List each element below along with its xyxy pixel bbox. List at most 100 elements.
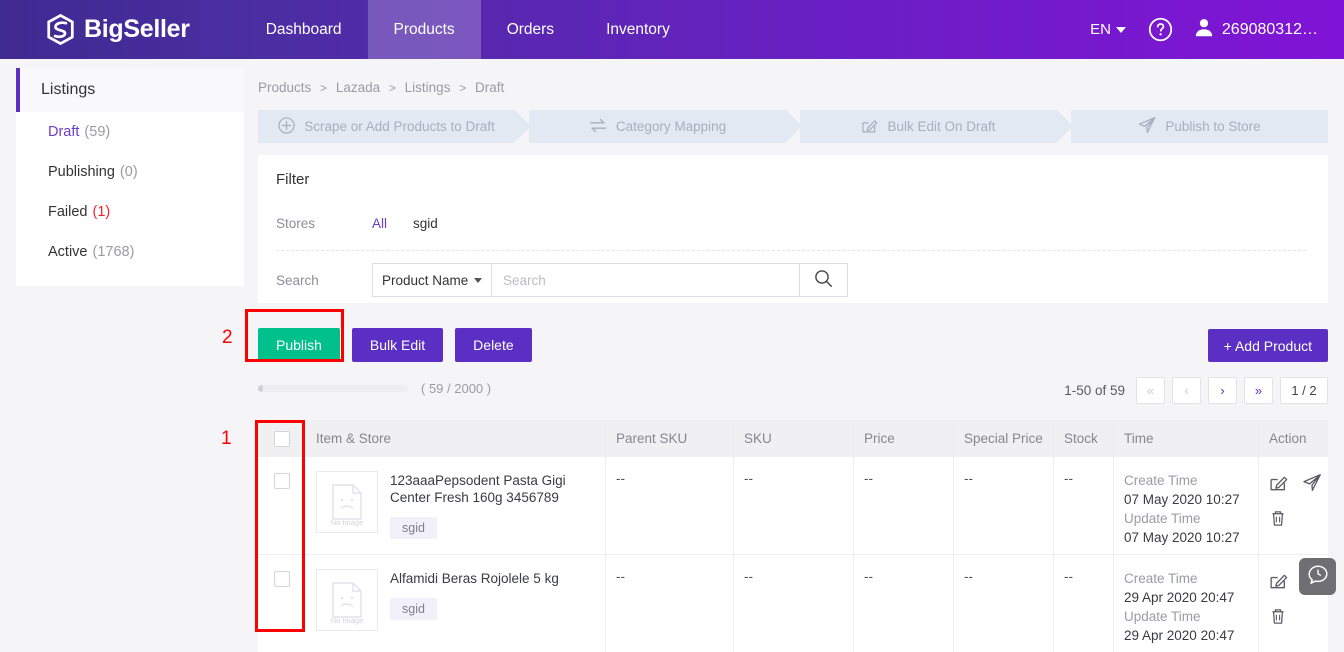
nav-item-inventory[interactable]: Inventory [580,0,696,59]
column-header-price: Price [854,420,954,457]
sidebar-item-active-label: Active [48,244,88,260]
swap-arrows-icon [589,118,607,136]
table-body: No Image 123aaaPepsodent Pasta Gigi Cent… [258,457,1328,652]
chevron-down-icon [1115,26,1126,33]
app-root: BigSeller Dashboard Products Orders Inve… [0,0,1344,652]
chat-support-button[interactable] [1299,558,1336,595]
pagination-first-button[interactable]: « [1136,377,1165,404]
sku-cell: -- [734,457,854,554]
step-scrape-or-add-products[interactable]: Scrape or Add Products to Draft [258,110,531,143]
sku-cell: -- [734,555,854,652]
sidebar-item-active[interactable]: Active (1768) [16,232,244,272]
paper-plane-icon[interactable] [1302,473,1322,495]
bulk-action-toolbar: Publish Bulk Edit Delete [258,328,532,362]
sidebar-item-publishing-count: (0) [119,164,138,180]
step-bulk-edit-on-draft[interactable]: Bulk Edit On Draft [800,110,1073,143]
search-button[interactable] [800,263,848,297]
progress-track [258,385,408,392]
product-name[interactable]: Alfamidi Beras Rojolele 5 kg [390,570,559,587]
nav-item-orders[interactable]: Orders [481,0,580,59]
product-name[interactable]: 123aaaPepsodent Pasta Gigi Center Fresh … [390,472,595,506]
breadcrumb: Products > Lazada > Listings > Draft [258,80,504,95]
plus-circle-icon [278,116,295,137]
edit-square-icon[interactable] [1269,571,1288,593]
sidebar-item-failed-count: (1) [92,204,111,220]
trash-icon[interactable] [1269,509,1287,531]
question-circle-icon[interactable] [1148,17,1173,42]
select-all-checkbox[interactable] [274,430,290,447]
step-label: Publish to Store [1165,119,1261,134]
pagination-last-button[interactable]: » [1244,377,1273,404]
pagination-prev-button[interactable]: ‹ [1172,377,1201,404]
progress-fill [258,385,263,392]
search-label: Search [276,272,319,288]
pagination-range: 1-50 of 59 [1064,383,1125,398]
search-field-value: Product Name [382,272,469,288]
stores-filter-row: Stores All sgid [276,206,1306,240]
paper-plane-icon [1138,116,1156,137]
no-image-label: No Image [330,616,364,625]
user-menu[interactable]: 269080312… [1195,18,1318,42]
nav-item-products[interactable]: Products [367,0,481,59]
row-select-cell [258,457,306,554]
delete-button[interactable]: Delete [455,328,532,362]
breadcrumb-separator: > [459,81,467,95]
create-time-value: 07 May 2020 10:27 [1124,492,1240,507]
pagination-next-button[interactable]: › [1208,377,1237,404]
step-label: Category Mapping [615,119,727,134]
brand-name: BigSeller [84,15,190,43]
step-label: Scrape or Add Products to Draft [304,119,495,134]
column-header-parent-sku: Parent SKU [606,420,734,457]
add-product-button[interactable]: + Add Product [1207,329,1328,362]
stock-cell: -- [1054,555,1114,652]
breadcrumb-item-3: Draft [475,80,505,95]
store-option-all[interactable]: All [372,216,387,231]
price-cell: -- [854,555,954,652]
update-time-value: 29 Apr 2020 20:47 [1124,628,1235,643]
search-input[interactable] [492,263,800,297]
brand-logo[interactable]: BigSeller [0,0,220,59]
no-image-placeholder: No Image [316,471,378,533]
nav-item-dashboard[interactable]: Dashboard [240,0,368,59]
row-checkbox[interactable] [274,571,290,587]
sidebar-item-failed[interactable]: Failed (1) [16,192,244,232]
table-row: No Image 123aaaPepsodent Pasta Gigi Cent… [258,457,1328,555]
breadcrumb-separator: > [320,81,328,95]
column-header-special-price: Special Price [954,420,1054,457]
sidebar-item-publishing[interactable]: Publishing (0) [16,152,244,192]
filter-panel: Filter Stores All sgid Search Product Na… [258,155,1328,303]
step-publish-to-store[interactable]: Publish to Store [1071,110,1328,143]
row-select-cell [258,555,306,652]
trash-icon[interactable] [1269,607,1287,629]
edit-square-icon[interactable] [1269,473,1288,495]
breadcrumb-item-1[interactable]: Lazada [336,80,380,95]
sidebar-item-draft[interactable]: Draft (59) [16,112,244,152]
filter-title: Filter [276,171,310,188]
step-category-mapping[interactable]: Category Mapping [529,110,802,143]
select-all-cell [258,420,306,457]
store-option-sgid[interactable]: sgid [413,216,438,231]
bulk-edit-button[interactable]: Bulk Edit [351,328,444,362]
breadcrumb-item-2[interactable]: Listings [405,80,451,95]
breadcrumb-item-0[interactable]: Products [258,80,311,95]
time-cell: Create Time 29 Apr 2020 20:47 Update Tim… [1114,555,1259,652]
special-price-cell: -- [954,457,1054,554]
item-store-cell: No Image Alfamidi Beras Rojolele 5 kg sg… [306,555,606,652]
language-switcher[interactable]: EN [1090,21,1126,38]
store-badge: sgid [390,517,437,539]
action-cell [1259,457,1344,554]
publish-button[interactable]: Publish [258,328,340,362]
annotation-number-2: 2 [222,327,233,348]
filter-divider [276,250,1306,251]
parent-sku-cell: -- [606,555,734,652]
chevron-down-icon [474,277,482,283]
create-time-label: Create Time [1124,571,1198,586]
search-filter-row: Search Product Name [276,263,1306,297]
time-cell: Create Time 07 May 2020 10:27 Update Tim… [1114,457,1259,554]
update-time-label: Update Time [1124,511,1201,526]
row-checkbox[interactable] [274,473,290,489]
store-badge: sgid [390,598,437,620]
search-field-select[interactable]: Product Name [372,263,492,297]
listings-table: Item & Store Parent SKU SKU Price Specia… [258,420,1328,652]
update-time-label: Update Time [1124,609,1201,624]
